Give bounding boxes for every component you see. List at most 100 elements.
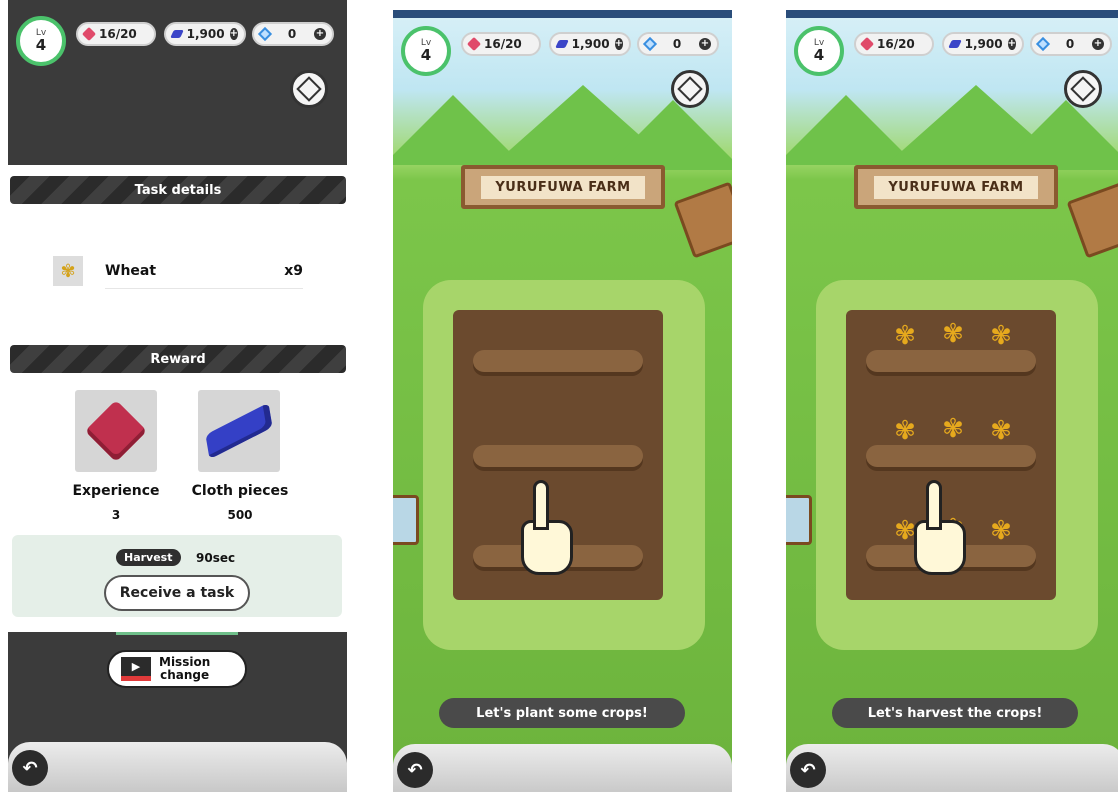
tutorial-message: Let's plant some crops! [439, 698, 685, 728]
farm-sign-text: YURUFUWA FARM [481, 175, 645, 199]
add-gems-icon[interactable]: + [699, 38, 711, 50]
cloth-value: 1,900 [571, 37, 610, 51]
water-bucket[interactable] [786, 495, 812, 545]
mission-change-label: Mission change [159, 655, 211, 682]
cube-icon [296, 76, 322, 102]
status-strip [393, 10, 732, 18]
wheat-crop-icon[interactable]: ✾ [942, 318, 964, 350]
cloth-value: 1,900 [186, 27, 225, 41]
gem-icon [257, 26, 273, 42]
hearts-value: 16/20 [877, 37, 915, 51]
cloth-counter[interactable]: 1,900 + [549, 32, 631, 56]
task-screen: Lv 4 16/20 1,900 + 0 + Task details ✾ Wh… [8, 0, 347, 792]
harvest-info-box: Harvest 90sec Receive a task [12, 535, 342, 617]
hearts-counter[interactable]: 16/20 [461, 32, 541, 56]
task-details-header: Task details [10, 176, 346, 204]
water-bucket[interactable] [393, 495, 419, 545]
pointer-hand-icon [521, 480, 573, 575]
wheat-crop-icon[interactable]: ✾ [894, 320, 916, 352]
cloth-counter[interactable]: 1,900 + [942, 32, 1024, 56]
cloth-icon [170, 30, 184, 38]
soil-row[interactable] [866, 350, 1036, 372]
level-badge[interactable]: Lv 4 [16, 16, 66, 66]
level-badge[interactable]: Lv 4 [401, 26, 451, 76]
farm-sign: YURUFUWA FARM [854, 165, 1058, 209]
hearts-value: 16/20 [484, 37, 522, 51]
wheat-crop-icon[interactable]: ✾ [990, 415, 1012, 447]
hearts-value: 16/20 [99, 27, 137, 41]
gem-icon [1035, 36, 1051, 52]
cube-icon [677, 76, 703, 102]
status-strip [786, 10, 1118, 18]
cloth-icon [948, 40, 962, 48]
cloth-value: 1,900 [964, 37, 1003, 51]
divider [105, 288, 303, 289]
reward-experience-card [75, 390, 157, 472]
reward-experience-label: Experience [72, 483, 160, 499]
wheat-crop-icon[interactable]: ✾ [894, 515, 916, 547]
gems-value: 0 [1065, 37, 1075, 51]
farm-harvest-screen: Lv 4 16/20 1,900 + 0 + YURUFUWA FARM ✾ ✾… [786, 10, 1118, 792]
back-arrow-icon[interactable]: ↶ [12, 750, 48, 786]
add-cloth-icon[interactable]: + [1007, 38, 1016, 50]
divider [116, 632, 238, 635]
cube-icon [1070, 76, 1096, 102]
video-play-icon: ▶ [121, 657, 151, 681]
receive-task-button[interactable]: Receive a task [104, 575, 250, 611]
heart-icon [81, 26, 97, 42]
wheat-icon: ✾ [53, 256, 83, 286]
gems-value: 0 [672, 37, 682, 51]
hearts-counter[interactable]: 16/20 [76, 22, 156, 46]
storage-button[interactable] [1064, 70, 1102, 108]
soil-row[interactable] [473, 350, 643, 372]
mountain [996, 100, 1118, 170]
level-value: 4 [813, 46, 825, 64]
add-gems-icon[interactable]: + [314, 28, 326, 40]
storage-button[interactable] [290, 70, 328, 108]
add-cloth-icon[interactable]: + [614, 38, 623, 50]
wheat-crop-icon[interactable]: ✾ [942, 413, 964, 445]
mission-change-button[interactable]: ▶ Mission change [107, 650, 247, 688]
add-cloth-icon[interactable]: + [229, 28, 238, 40]
harvest-chip: Harvest [116, 549, 181, 566]
add-gems-icon[interactable]: + [1092, 38, 1104, 50]
bottom-bar: ↶ [393, 744, 732, 792]
gems-counter[interactable]: 0 + [637, 32, 719, 56]
back-arrow-icon[interactable]: ↶ [790, 752, 826, 788]
farm-plant-screen: Lv 4 16/20 1,900 + 0 + YURUFUWA FARM Let… [393, 10, 732, 792]
wheat-crop-icon[interactable]: ✾ [894, 415, 916, 447]
gem-icon [642, 36, 658, 52]
heart-icon [466, 36, 482, 52]
heart-icon [859, 36, 875, 52]
harvest-time: 90sec [196, 551, 236, 565]
wheat-crop-icon[interactable]: ✾ [990, 515, 1012, 547]
pointer-hand-icon [914, 480, 966, 575]
wheat-crop-icon[interactable]: ✾ [990, 320, 1012, 352]
hearts-counter[interactable]: 16/20 [854, 32, 934, 56]
level-badge[interactable]: Lv 4 [794, 26, 844, 76]
level-value: 4 [420, 46, 432, 64]
bottom-bar: ↶ [8, 742, 347, 792]
soil-row[interactable] [473, 445, 643, 467]
gems-value: 0 [287, 27, 297, 41]
reward-cloth-value: 500 [227, 508, 253, 522]
task-item-name: Wheat [105, 263, 157, 279]
reward-experience-value: 3 [111, 508, 121, 522]
gems-counter[interactable]: 0 + [1030, 32, 1112, 56]
task-item-row: ✾ Wheat x9 [53, 256, 303, 290]
cloth-pieces-icon [205, 402, 273, 460]
cloth-icon [555, 40, 569, 48]
mountain [603, 100, 732, 170]
gems-counter[interactable]: 0 + [252, 22, 334, 46]
tutorial-message: Let's harvest the crops! [832, 698, 1078, 728]
back-arrow-icon[interactable]: ↶ [397, 752, 433, 788]
experience-heart-icon [84, 399, 148, 463]
reward-cloth-card [198, 390, 280, 472]
bottom-bar: ↶ [786, 744, 1118, 792]
cloth-counter[interactable]: 1,900 + [164, 22, 246, 46]
task-item-qty: x9 [284, 263, 303, 279]
storage-button[interactable] [671, 70, 709, 108]
reward-cloth-label: Cloth pieces [191, 483, 289, 499]
farm-sign: YURUFUWA FARM [461, 165, 665, 209]
soil-row[interactable] [866, 445, 1036, 467]
